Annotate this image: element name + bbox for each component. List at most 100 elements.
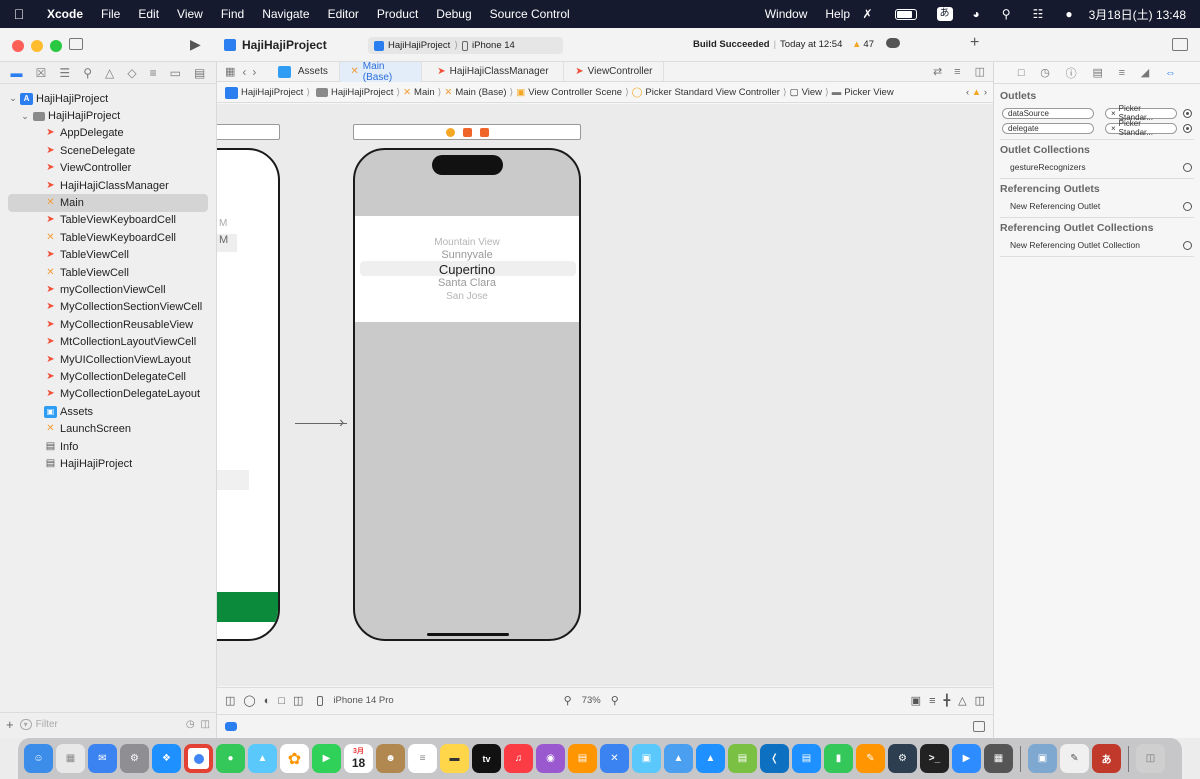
input-method-icon[interactable]: あ xyxy=(936,7,953,21)
scene-dock[interactable] xyxy=(353,124,581,140)
close-window-button[interactable] xyxy=(12,40,24,52)
podcasts-icon[interactable]: ◉ xyxy=(536,744,565,773)
connection-dot-icon[interactable] xyxy=(1183,123,1192,133)
referencing-outlet-row[interactable]: New Referencing Outlet xyxy=(994,199,1200,213)
navigator-item[interactable]: ➤ TableViewCell xyxy=(0,247,216,264)
navigator-item[interactable]: ➤ MyCollectionReusableView xyxy=(0,316,216,333)
find-navigator-icon[interactable]: ⚲ xyxy=(83,66,92,80)
disconnect-icon[interactable]: × xyxy=(1111,124,1116,133)
navigator-item[interactable]: ➤ MtCollectionLayoutViewCell xyxy=(0,333,216,350)
size-inspector-icon[interactable]: ◢ xyxy=(1141,66,1149,79)
menu-help[interactable]: Help xyxy=(816,7,859,21)
referencing-collection-row[interactable]: New Referencing Outlet Collection xyxy=(994,238,1200,252)
embed-in-icon[interactable]: ◫ xyxy=(975,694,985,707)
numbers-chart-icon[interactable]: ▮ xyxy=(824,744,853,773)
outlet-row[interactable]: delegate × Picker Standar... xyxy=(994,119,1200,137)
add-editor-icon[interactable]: ◫ xyxy=(967,65,993,78)
breakpoint-navigator-icon[interactable]: ▭ xyxy=(170,66,181,80)
outlet-collection-row[interactable]: gestureRecognizers xyxy=(994,160,1200,174)
reminders-icon[interactable]: ≡ xyxy=(408,744,437,773)
zoom-in-icon[interactable]: ⚲ xyxy=(611,694,619,707)
attributes-inspector-icon[interactable]: ≡ xyxy=(1119,67,1125,79)
menu-view[interactable]: View xyxy=(168,7,212,21)
navigator-item[interactable]: ➤ myCollectionViewCell xyxy=(0,281,216,298)
launchpad-icon[interactable]: ▦ xyxy=(56,744,85,773)
apple-tv-icon[interactable]: tv xyxy=(472,744,501,773)
trash-icon[interactable]: ◫ xyxy=(1136,744,1165,773)
filter-field[interactable]: ▾ Filter xyxy=(19,717,180,733)
outlet-target[interactable]: × Picker Standar... xyxy=(1105,104,1177,122)
tab-main-base[interactable]: ✕ Main (Base) xyxy=(340,61,423,83)
connections-inspector-icon[interactable]: ⇔ xyxy=(1165,67,1176,79)
storyboard-canvas[interactable]: M M › Mountain View Sunnyvale Cupertino San… xyxy=(217,104,993,686)
navigator-item[interactable]: ➤ TableViewKeyboardCell xyxy=(0,212,216,229)
breadcrumb-item[interactable]: View Controller Scene xyxy=(528,87,622,98)
test-navigator-icon[interactable]: ◇ xyxy=(127,66,136,80)
issue-navigator-icon[interactable]: △ xyxy=(105,66,114,80)
breadcrumb-item[interactable]: Main (Base) xyxy=(455,87,506,98)
connection-dot-icon[interactable] xyxy=(1183,162,1192,172)
control-center-icon[interactable]: ☷ xyxy=(1027,7,1050,21)
align-icon[interactable]: ≡ xyxy=(929,695,935,707)
minimize-window-button[interactable] xyxy=(31,40,43,52)
navigator-item[interactable]: ▤ HajiHajiProject xyxy=(0,455,216,472)
report-navigator-icon[interactable]: ▤ xyxy=(194,66,205,80)
calculator-icon[interactable]: ▦ xyxy=(984,744,1013,773)
disclosure-chevron-icon[interactable]: ⌄ xyxy=(8,93,18,104)
keynote-icon[interactable]: ▤ xyxy=(792,744,821,773)
scheme-selector[interactable]: HajiHajiProject ⟩ iPhone 14 xyxy=(368,37,563,54)
file-inspector-icon[interactable]: □ xyxy=(1018,67,1025,79)
dictionary-icon[interactable]: あ xyxy=(1092,744,1121,773)
contacts-icon[interactable]: ☻ xyxy=(376,744,405,773)
split-editor-icon[interactable]: ⇄ xyxy=(927,65,948,78)
notes-icon[interactable]: ▬ xyxy=(440,744,469,773)
music-icon[interactable]: ♫ xyxy=(504,744,533,773)
add-constraints-icon[interactable]: ╋ xyxy=(944,694,951,707)
tab-assets[interactable]: Assets xyxy=(264,61,341,82)
left-scene-device[interactable]: M M xyxy=(217,148,280,641)
menu-edit[interactable]: Edit xyxy=(129,7,168,21)
navigator-item[interactable]: ⌄ HajiHajiProject xyxy=(0,107,216,124)
bluetooth-icon[interactable]: ✗ xyxy=(856,7,878,21)
app-store-icon[interactable]: ▲ xyxy=(696,744,725,773)
back-button[interactable]: ‹ xyxy=(239,65,249,79)
navigator-item[interactable]: ➤ SceneDelegate xyxy=(0,142,216,159)
filter-options-icon[interactable]: ▾ xyxy=(19,719,32,730)
calendar-icon[interactable]: 3月 18 xyxy=(344,744,373,773)
entry-point-arrow-icon[interactable]: › xyxy=(339,414,344,432)
hide-debug-area-icon[interactable] xyxy=(973,721,985,732)
history-inspector-icon[interactable]: ◷ xyxy=(1040,66,1050,79)
add-file-button[interactable]: + xyxy=(6,717,14,732)
add-library-button[interactable]: + xyxy=(970,34,979,52)
outlet-row[interactable]: dataSource × Picker Standar... xyxy=(994,104,1200,122)
menu-file[interactable]: File xyxy=(92,7,129,21)
mail-icon[interactable]: ✉ xyxy=(88,744,117,773)
scene-dock-left[interactable] xyxy=(217,124,280,140)
cloud-icon[interactable] xyxy=(886,38,900,48)
view-controller-icon[interactable] xyxy=(445,127,455,137)
breadcrumb-item[interactable]: View xyxy=(802,87,822,98)
zoom-window-button[interactable] xyxy=(50,40,62,52)
recent-files-icon[interactable]: ◷ xyxy=(186,719,195,730)
navigator-item[interactable]: ▤ Info xyxy=(0,438,216,455)
first-responder-icon[interactable] xyxy=(462,127,472,137)
exit-icon[interactable] xyxy=(479,127,489,137)
breadcrumb-item[interactable]: HajiHajiProject xyxy=(241,87,303,98)
preview-icon[interactable]: ▣ xyxy=(1028,744,1057,773)
menu-clock[interactable]: 3月18日(土) 13:48 xyxy=(1089,6,1186,23)
spotlight-search-icon[interactable]: ⚲ xyxy=(996,7,1017,21)
wifi-icon[interactable]: ◕ xyxy=(967,7,986,21)
connection-dot-icon[interactable] xyxy=(1183,108,1192,118)
connection-dot-icon[interactable] xyxy=(1183,201,1192,211)
identity-inspector-icon[interactable]: ▤ xyxy=(1092,66,1102,79)
navigator-item[interactable]: ▣ Assets xyxy=(0,403,216,420)
device-config-label[interactable]: iPhone 14 Pro xyxy=(333,695,393,706)
breadcrumb-item[interactable]: Picker Standard View Controller xyxy=(645,87,779,98)
chrome-icon[interactable] xyxy=(184,744,213,773)
navigator-item[interactable]: ➤ MyCollectionDelegateCell xyxy=(0,368,216,385)
issue-nav-controls[interactable]: ‹ ▲ › xyxy=(966,87,993,98)
source-control-navigator-icon[interactable]: ☒ xyxy=(36,66,47,80)
navigator-item[interactable]: ✕ TableViewCell xyxy=(0,264,216,281)
battery-icon[interactable] xyxy=(894,8,917,20)
disconnect-icon[interactable]: × xyxy=(1111,109,1116,118)
